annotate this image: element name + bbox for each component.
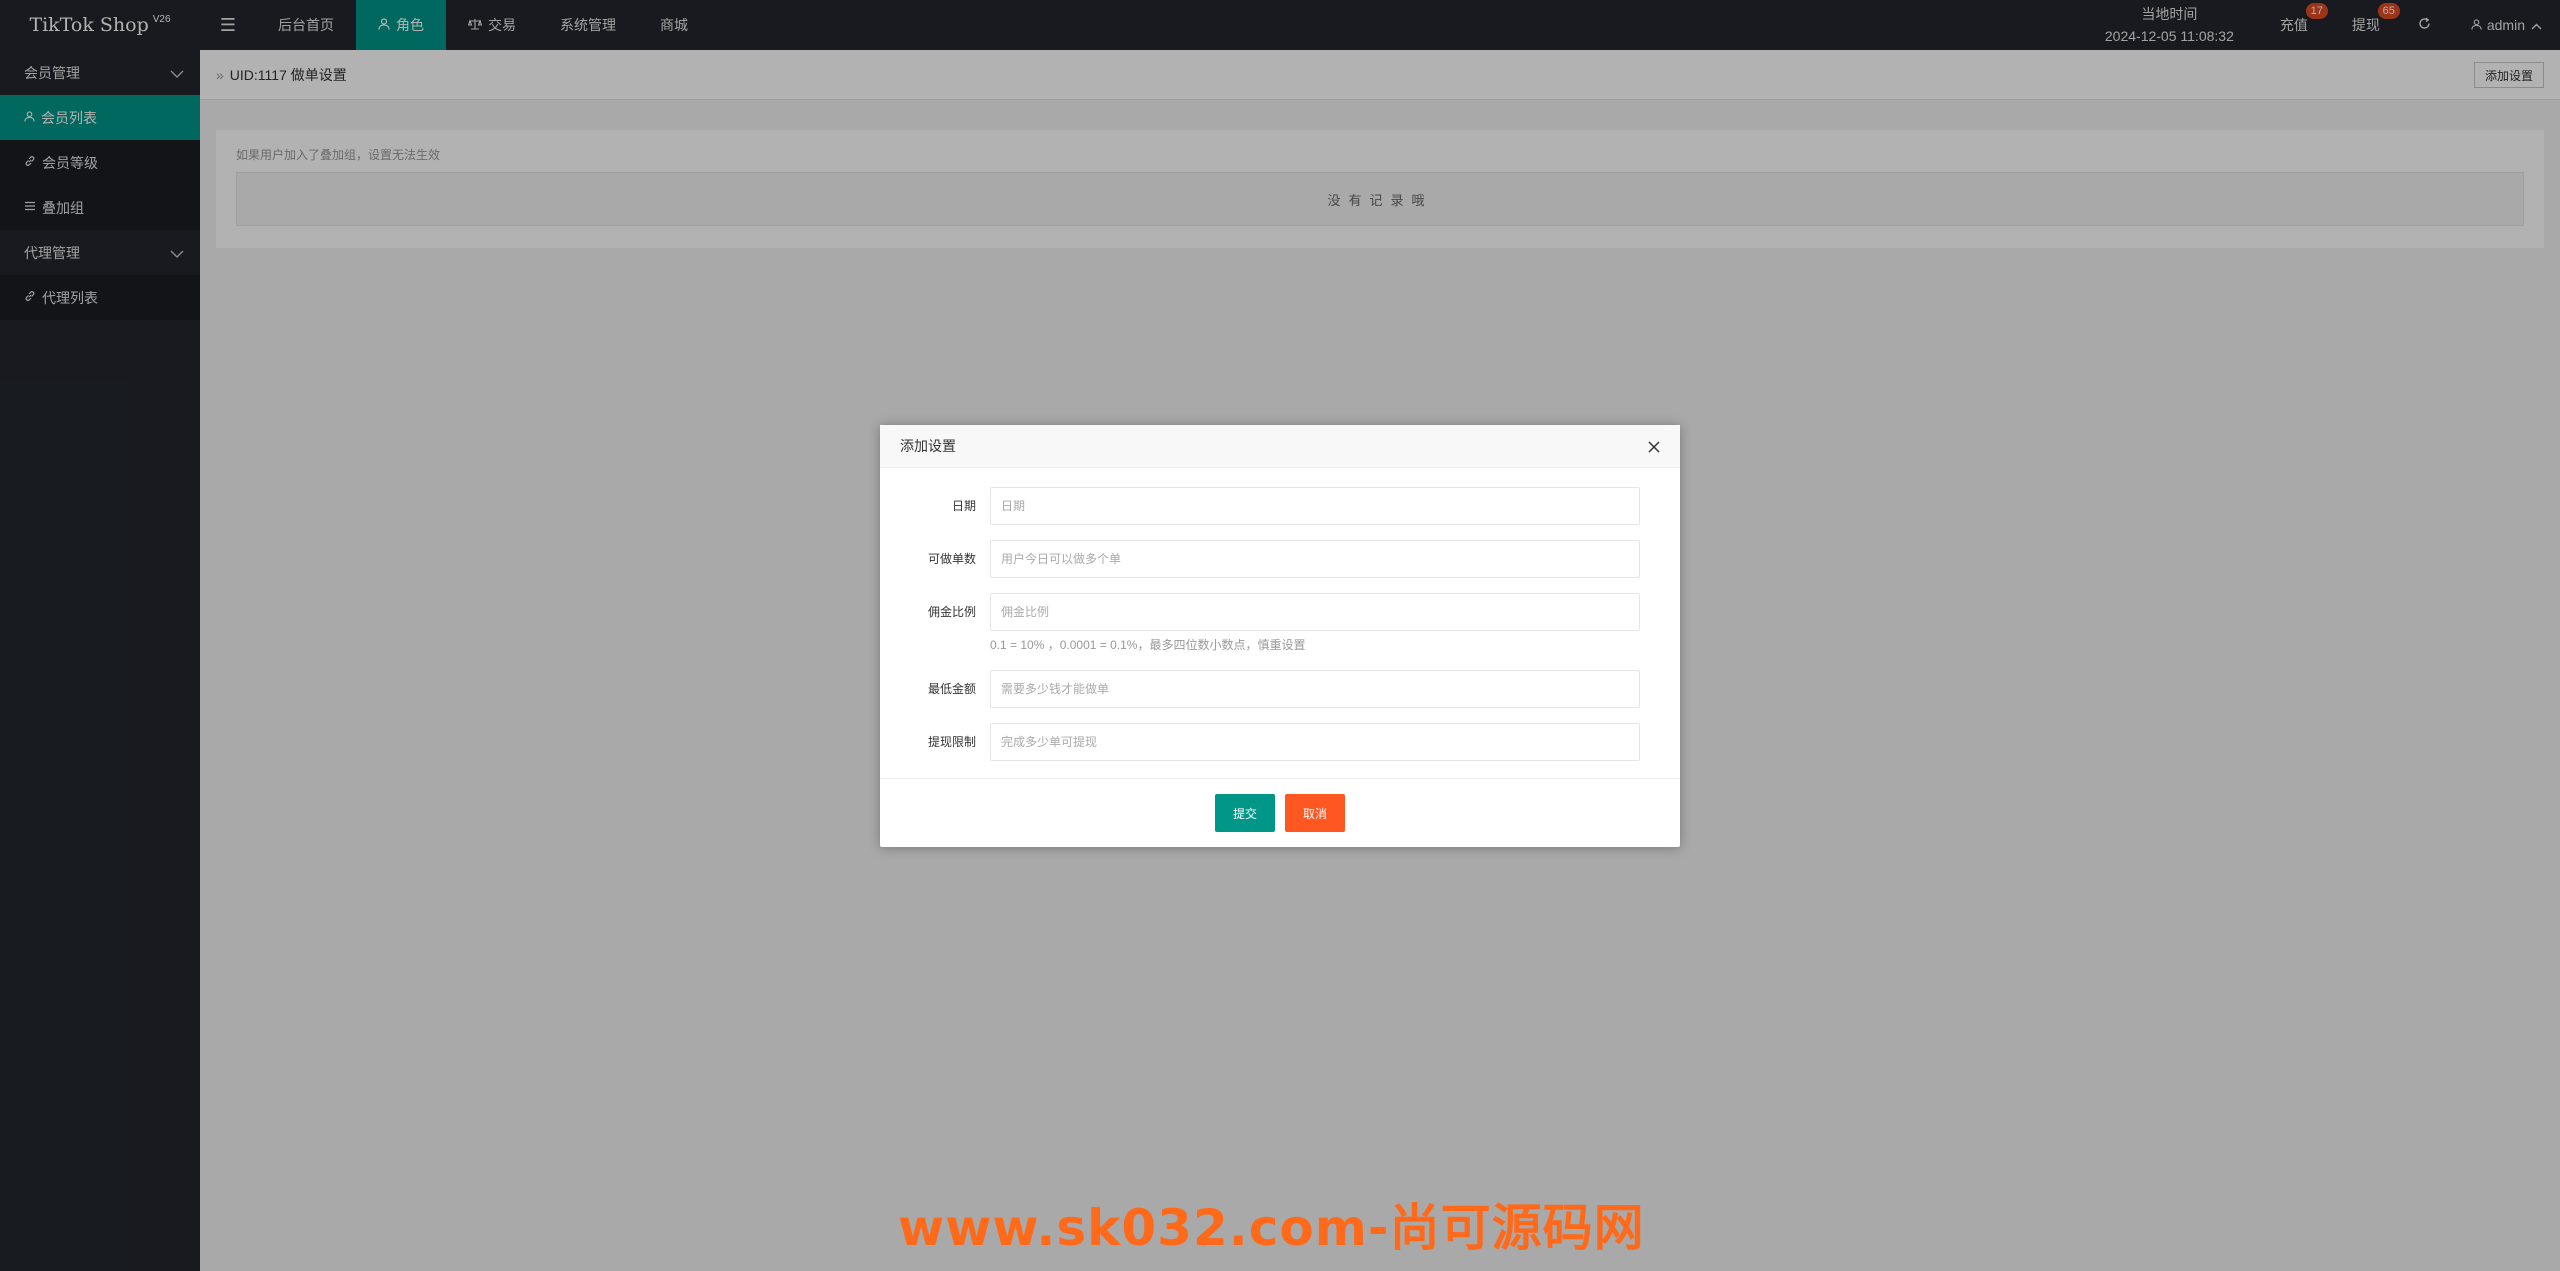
min-amount-field[interactable] xyxy=(990,670,1640,708)
cancel-button[interactable]: 取消 xyxy=(1285,794,1346,832)
commission-label: 佣金比例 xyxy=(927,605,976,619)
submit-button[interactable]: 提交 xyxy=(1214,794,1275,832)
withdraw-limit-label: 提现限制 xyxy=(927,735,976,749)
watermark: www.sk032.com-尚可源码网 xyxy=(898,1199,1645,1257)
close-icon xyxy=(1648,437,1660,458)
form-row-min-amount: 最低金额 xyxy=(880,670,1680,708)
form-row-withdraw-limit: 提现限制 xyxy=(880,723,1680,761)
add-setting-dialog: 添加设置 日期 可做单数 佣金比例 0.1 = 10% ，0.0001 = 0.… xyxy=(880,425,1680,847)
form-row-date: 日期 xyxy=(880,487,1680,525)
dialog-footer: 提交 取消 xyxy=(880,778,1680,847)
form-row-order-count: 可做单数 xyxy=(880,540,1680,578)
withdraw-limit-field[interactable] xyxy=(990,723,1640,761)
close-button[interactable] xyxy=(1644,437,1664,457)
order-count-label: 可做单数 xyxy=(927,552,976,566)
date-field[interactable] xyxy=(990,487,1640,525)
form-row-commission: 佣金比例 xyxy=(880,593,1680,631)
commission-field[interactable] xyxy=(990,593,1640,631)
date-label: 日期 xyxy=(951,499,976,513)
min-amount-label: 最低金额 xyxy=(927,682,976,696)
dialog-title: 添加设置 xyxy=(880,425,1680,468)
commission-hint: 0.1 = 10% ，0.0001 = 0.1%，最多四位数小数点，慎重设置 xyxy=(990,638,1306,652)
order-count-field[interactable] xyxy=(990,540,1640,578)
